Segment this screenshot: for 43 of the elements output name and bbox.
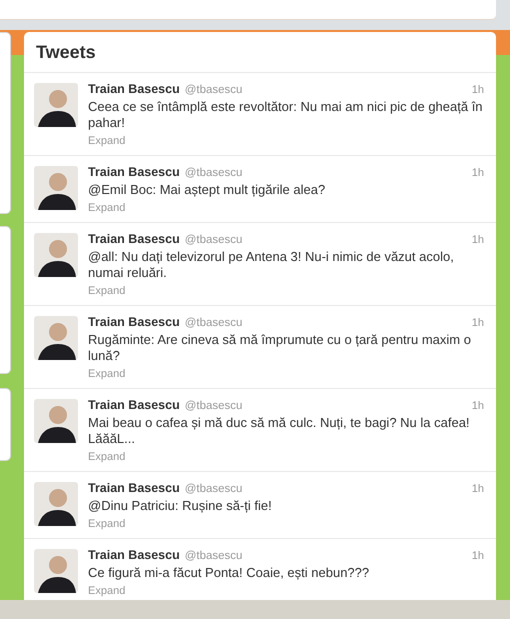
author-handle[interactable]: @tbasescu	[184, 548, 242, 564]
avatar-icon[interactable]	[34, 83, 78, 127]
author-name[interactable]: Traian Basescu	[88, 397, 180, 413]
author-handle[interactable]: @tbasescu	[184, 315, 242, 331]
expand-link[interactable]: Expand	[88, 450, 126, 464]
expand-link[interactable]: Expand	[88, 584, 126, 598]
avatar-icon[interactable]	[34, 399, 78, 443]
avatar-icon[interactable]	[34, 166, 78, 210]
tweet-time[interactable]: 1h	[472, 481, 484, 497]
author-handle[interactable]: @tbasescu	[184, 165, 242, 181]
tweet-text: Ce figură mi-a făcut Ponta! Coaie, ești nebun???	[88, 565, 370, 581]
expand-link[interactable]: Expand	[88, 517, 126, 531]
tweet-text: Mai beau o cafea și mă duc să mă culc. Nuți, te bagi? Nu la cafea! LăăăL...	[88, 415, 471, 447]
panel-title: Tweets	[36, 42, 96, 62]
tweet-text: Ceea ce se întâmplă este revoltător: Nu mai am nici pic de gheață în pahar!	[88, 99, 484, 131]
avatar-icon[interactable]	[34, 549, 78, 593]
author-name[interactable]: Traian Basescu	[88, 314, 180, 330]
author-handle[interactable]: @tbasescu	[184, 232, 242, 248]
author-handle[interactable]: @tbasescu	[184, 481, 242, 497]
tweet-text: Rugăminte: Are cineva să mă împrumute cu o țară pentru maxim o lună?	[88, 332, 472, 364]
author-name[interactable]: Traian Basescu	[88, 231, 180, 247]
tweet-time[interactable]: 1h	[472, 548, 484, 564]
author-name[interactable]: Traian Basescu	[88, 164, 180, 180]
avatar-icon[interactable]	[34, 233, 78, 277]
tweet-time[interactable]: 1h	[472, 232, 484, 248]
tweet-time[interactable]: 1h	[472, 398, 484, 414]
expand-link[interactable]: Expand	[88, 367, 126, 381]
avatar-icon[interactable]	[34, 482, 78, 526]
tweet-time[interactable]: 1h	[472, 165, 484, 181]
expand-link[interactable]: Expand	[88, 201, 126, 215]
author-name[interactable]: Traian Basescu	[88, 81, 180, 97]
tweet-text: @Dinu Patriciu: Rușine să-ți fie!	[88, 498, 273, 514]
expand-link[interactable]: Expand	[88, 134, 126, 148]
expand-link[interactable]: Expand	[88, 284, 126, 298]
author-handle[interactable]: @tbasescu	[184, 82, 242, 98]
avatar-icon[interactable]	[34, 316, 78, 360]
tweet-time[interactable]: 1h	[472, 82, 484, 98]
tweet-time[interactable]: 1h	[472, 315, 484, 331]
tweet-text: @Emil Boc: Mai aștept mult țigările alea?	[88, 182, 326, 198]
author-handle[interactable]: @tbasescu	[184, 398, 242, 414]
tweet-text: @all: Nu dați televizorul pe Antena 3! Nu-i nimic de văzut acolo, numai reluări.	[88, 249, 455, 281]
author-name[interactable]: Traian Basescu	[88, 480, 180, 496]
author-name[interactable]: Traian Basescu	[88, 547, 180, 563]
